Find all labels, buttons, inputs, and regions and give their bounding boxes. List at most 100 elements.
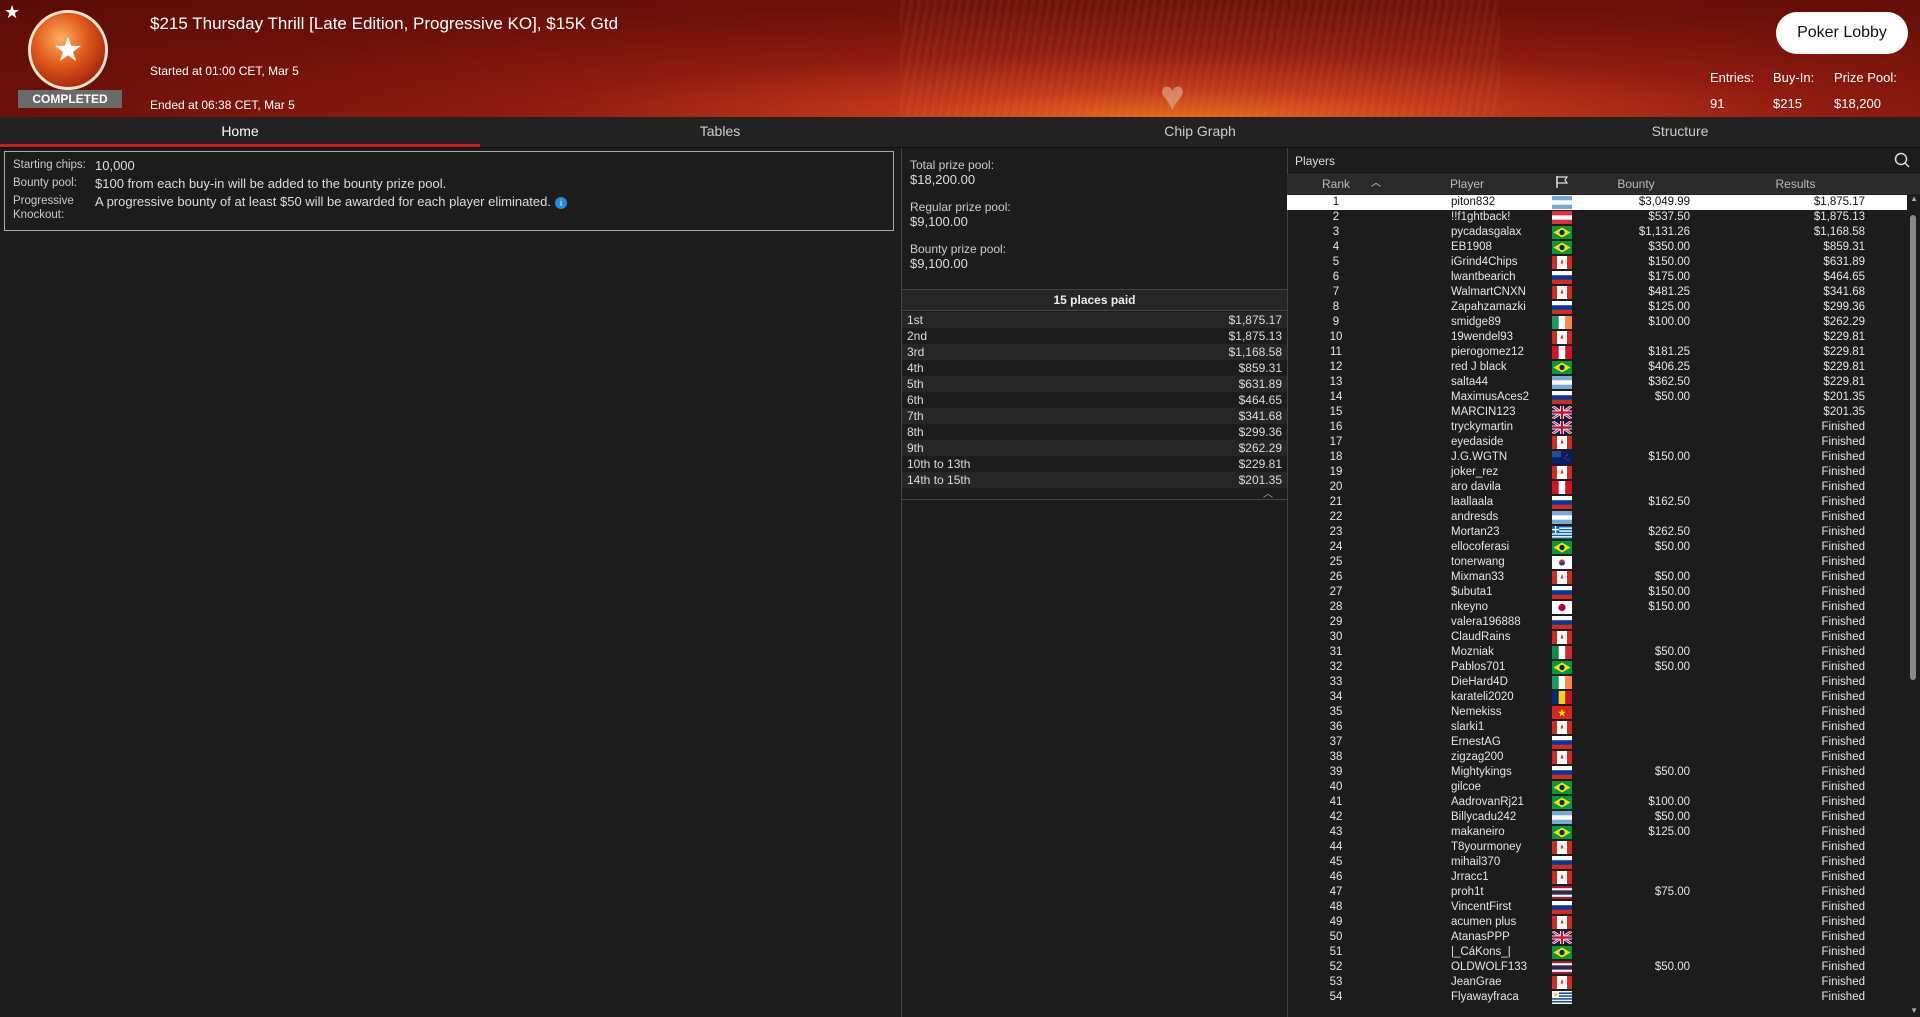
table-row[interactable]: 32 Pablos701 $50.00 Finished <box>1287 660 1907 675</box>
table-row[interactable]: 50 AtanasPPP Finished <box>1287 930 1907 945</box>
table-row[interactable]: 26 Mixman33 $50.00 Finished <box>1287 570 1907 585</box>
table-row[interactable]: 28 nkeyno $150.00 Finished <box>1287 600 1907 615</box>
sort-ascending-icon[interactable]: ︿ <box>1371 175 1381 193</box>
table-row[interactable]: 5 iGrind4Chips $150.00 $631.89 <box>1287 255 1907 270</box>
table-row[interactable]: 35 Nemekiss Finished <box>1287 705 1907 720</box>
country-flag-icon <box>1549 570 1574 585</box>
search-icon[interactable] <box>1894 152 1910 168</box>
table-row[interactable]: 47 proh1t $75.00 Finished <box>1287 885 1907 900</box>
table-row[interactable]: 10 19wendel93 $229.81 <box>1287 330 1907 345</box>
poker-lobby-button[interactable]: Poker Lobby <box>1776 12 1908 54</box>
scrollbar-thumb[interactable] <box>1910 215 1916 680</box>
result-cell: Finished <box>1821 916 1865 928</box>
player-name-cell: !!f1ghtback! <box>1451 211 1511 223</box>
player-name-cell: WalmartCNXN <box>1451 286 1526 298</box>
table-row[interactable]: 49 acumen plus Finished <box>1287 915 1907 930</box>
table-row[interactable]: 53 JeanGrae Finished <box>1287 975 1907 990</box>
table-row[interactable]: 52 OLDWOLF133 $50.00 Finished <box>1287 960 1907 975</box>
table-row[interactable]: 44 T8yourmoney Finished <box>1287 840 1907 855</box>
rank-column-header[interactable]: Rank ︿ <box>1287 175 1385 193</box>
bounty-cell <box>1574 465 1698 480</box>
table-row[interactable]: 7 WalmartCNXN $481.25 $341.68 <box>1287 285 1907 300</box>
result-cell: $464.65 <box>1823 271 1865 283</box>
tab-chip-graph[interactable]: Chip Graph <box>960 117 1440 147</box>
chevron-up-icon[interactable]: ︿ <box>1263 485 1273 500</box>
table-row[interactable]: 31 Mozniak $50.00 Finished <box>1287 645 1907 660</box>
table-row[interactable]: 19 joker_rez Finished <box>1287 465 1907 480</box>
rank-cell: 18 <box>1329 451 1343 463</box>
table-row[interactable]: 45 mihail370 Finished <box>1287 855 1907 870</box>
table-row[interactable]: 16 tryckymartin Finished <box>1287 420 1907 435</box>
table-row[interactable]: 54 Flyawayfraca Finished <box>1287 990 1907 1005</box>
player-name-cell: Jrracc1 <box>1451 871 1489 883</box>
bounty-cell: $1,131.26 <box>1638 226 1690 238</box>
table-row[interactable]: 38 zigzag200 Finished <box>1287 750 1907 765</box>
table-row[interactable]: 15 MARCIN123 $201.35 <box>1287 405 1907 420</box>
tab-home[interactable]: Home <box>0 117 480 147</box>
tab-structure[interactable]: Structure <box>1440 117 1920 147</box>
table-row[interactable]: 30 ClaudRains Finished <box>1287 630 1907 645</box>
table-row[interactable]: 24 ellocoferasi $50.00 Finished <box>1287 540 1907 555</box>
place-label: 2nd <box>907 329 928 343</box>
table-row[interactable]: 4 EB1908 $350.00 $859.31 <box>1287 240 1907 255</box>
table-row[interactable]: 46 Jrracc1 Finished <box>1287 870 1907 885</box>
flag-column-header[interactable] <box>1549 175 1574 193</box>
bounty-column-header[interactable]: Bounty <box>1574 175 1698 193</box>
table-row[interactable]: 51 |_CáKons_| Finished <box>1287 945 1907 960</box>
table-row[interactable]: 20 aro davila Finished <box>1287 480 1907 495</box>
table-row[interactable]: 21 laallaala $162.50 Finished <box>1287 495 1907 510</box>
buyin-label: Buy-In: <box>1773 70 1815 85</box>
rank-cell: 8 <box>1332 301 1340 313</box>
table-row[interactable]: 17 eyedaside Finished <box>1287 435 1907 450</box>
table-row[interactable]: 36 slarki1 Finished <box>1287 720 1907 735</box>
table-row[interactable]: 22 andresds Finished <box>1287 510 1907 525</box>
table-row[interactable]: 29 valera196888 Finished <box>1287 615 1907 630</box>
result-cell: Finished <box>1821 946 1865 958</box>
table-row[interactable]: 2 !!f1ghtback! $537.50 $1,875.13 <box>1287 210 1907 225</box>
result-cell: Finished <box>1821 841 1865 853</box>
tab-tables[interactable]: Tables <box>480 117 960 147</box>
table-row[interactable]: 33 DieHard4D Finished <box>1287 675 1907 690</box>
table-row[interactable]: 1 piton832 $3,049.99 $1,875.17 <box>1287 195 1907 210</box>
table-row[interactable]: 18 J.G.WGTN $150.00 Finished <box>1287 450 1907 465</box>
table-row[interactable]: 25 tonerwang Finished <box>1287 555 1907 570</box>
starting-chips-label: Starting chips: <box>13 159 86 171</box>
table-row[interactable]: 27 $ubuta1 $150.00 Finished <box>1287 585 1907 600</box>
rank-cell: 34 <box>1329 691 1343 703</box>
rank-cell: 54 <box>1329 991 1343 1003</box>
places-collapse[interactable]: ︿ <box>902 489 1287 500</box>
place-amount: $859.31 <box>1238 361 1282 375</box>
table-row[interactable]: 11 pierogomez12 $181.25 $229.81 <box>1287 345 1907 360</box>
players-scrollbar[interactable] <box>1909 195 1917 1017</box>
table-row[interactable]: 23 Mortan23 $262.50 Finished <box>1287 525 1907 540</box>
table-row[interactable]: 48 VincentFirst Finished <box>1287 900 1907 915</box>
rank-cell: 7 <box>1332 286 1340 298</box>
result-cell: Finished <box>1821 451 1865 463</box>
player-column-header[interactable]: Player <box>1385 175 1549 193</box>
table-row[interactable]: 34 karateli2020 Finished <box>1287 690 1907 705</box>
scroll-down-icon[interactable]: ▼ <box>1910 1006 1918 1015</box>
results-column-header[interactable]: Results <box>1698 175 1893 193</box>
result-cell: Finished <box>1821 436 1865 448</box>
table-row[interactable]: 43 makaneiro $125.00 Finished <box>1287 825 1907 840</box>
table-row[interactable]: 40 gilcoe Finished <box>1287 780 1907 795</box>
table-row[interactable]: 42 Billycadu242 $50.00 Finished <box>1287 810 1907 825</box>
result-cell: $201.35 <box>1823 406 1865 418</box>
table-row[interactable]: 3 pycadasgalax $1,131.26 $1,168.58 <box>1287 225 1907 240</box>
table-row[interactable]: 13 salta44 $362.50 $229.81 <box>1287 375 1907 390</box>
table-row[interactable]: 8 Zapahzamazki $125.00 $299.36 <box>1287 300 1907 315</box>
table-row[interactable]: 41 AadrovanRj21 $100.00 Finished <box>1287 795 1907 810</box>
table-row[interactable]: 14 MaximusAces2 $50.00 $201.35 <box>1287 390 1907 405</box>
table-row[interactable]: 6 lwantbearich $175.00 $464.65 <box>1287 270 1907 285</box>
table-row[interactable]: 9 smidge89 $100.00 $262.29 <box>1287 315 1907 330</box>
favorite-star-icon[interactable]: ★ <box>4 2 20 23</box>
rank-cell: 13 <box>1329 376 1343 388</box>
table-row[interactable]: 37 ErnestAG Finished <box>1287 735 1907 750</box>
table-row[interactable]: 39 Mightykings $50.00 Finished <box>1287 765 1907 780</box>
result-cell: Finished <box>1821 481 1865 493</box>
table-row[interactable]: 12 red J black $406.25 $229.81 <box>1287 360 1907 375</box>
rank-cell: 27 <box>1329 586 1343 598</box>
info-icon[interactable]: i <box>554 197 567 209</box>
rank-cell: 23 <box>1329 526 1343 538</box>
scroll-up-icon[interactable]: ▲ <box>1910 194 1918 203</box>
